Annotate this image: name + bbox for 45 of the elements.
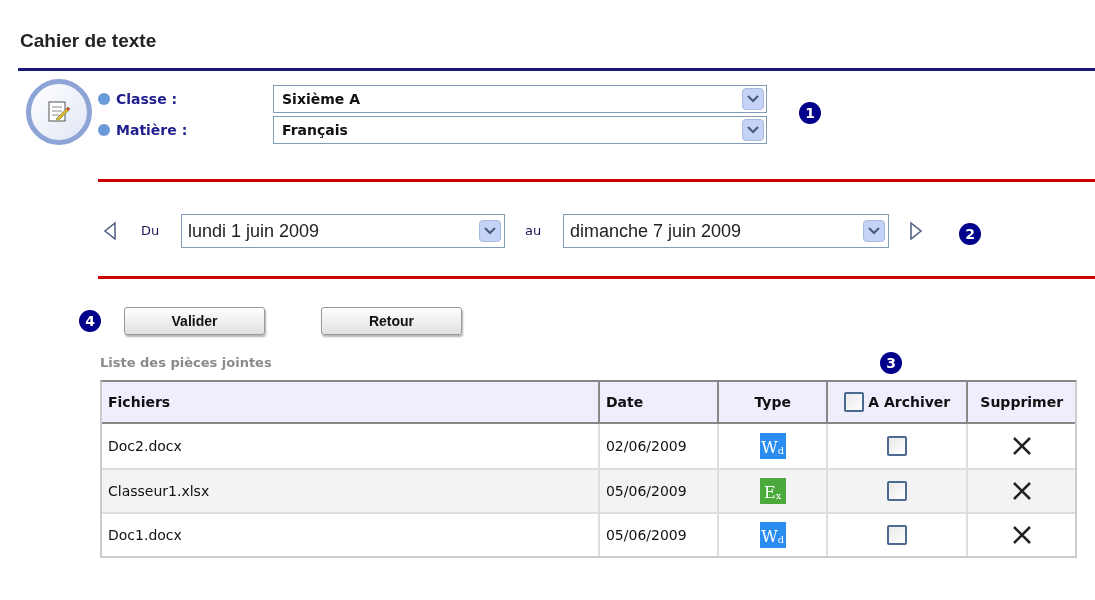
chevron-down-icon — [747, 95, 759, 103]
dropdown-arrow-button[interactable] — [742, 119, 764, 141]
dropdown-arrow-button[interactable] — [742, 88, 764, 110]
file-type-icon: Ex — [759, 478, 786, 504]
delete-x-icon[interactable] — [1011, 525, 1032, 545]
step-number-badge: 1 — [799, 102, 821, 124]
step-number-badge: 3 — [880, 352, 902, 374]
column-header: Date — [597, 382, 718, 422]
checkbox[interactable] — [887, 481, 908, 501]
delete-x-icon[interactable] — [1011, 481, 1032, 501]
from-label: Du — [141, 222, 161, 241]
dropdown-field[interactable]: Français — [273, 116, 767, 144]
section-heading: Liste des pièces jointes — [100, 354, 273, 373]
checkbox[interactable] — [887, 525, 908, 545]
chevron-down-icon — [747, 126, 759, 134]
column-header: Type — [717, 382, 826, 422]
field-label: Matière : — [116, 120, 189, 140]
step-number-badge: 2 — [959, 223, 981, 245]
field-label: Classe : — [116, 89, 179, 109]
dropdown-arrow-button[interactable] — [863, 220, 885, 242]
table-cell-text: Doc2.docx — [107, 436, 183, 456]
delete-x-icon[interactable] — [1011, 436, 1032, 456]
end-date-dropdown[interactable]: dimanche 7 juin 2009 — [563, 214, 889, 248]
action-button[interactable]: Retour — [321, 307, 462, 335]
dropdown-arrow-button[interactable] — [479, 220, 501, 242]
column-header-label: A Archiver — [868, 392, 951, 412]
chevron-down-icon — [484, 227, 496, 235]
step-number-badge: 4 — [79, 310, 101, 332]
column-header: Supprimer — [966, 382, 1075, 422]
file-type-icon: Wd — [759, 522, 786, 548]
page-title: Cahier de texte — [20, 29, 158, 53]
chevron-down-icon — [868, 227, 880, 235]
table-cell-text: Doc1.docx — [107, 525, 183, 545]
table-cell-text: Classeur1.xlsx — [107, 481, 211, 501]
previous-arrow-icon[interactable] — [103, 221, 117, 241]
next-arrow-icon[interactable] — [909, 221, 923, 241]
checkbox[interactable] — [844, 392, 865, 412]
table-cell: 05/06/2009 — [597, 514, 718, 556]
dropdown-field[interactable]: Sixième A — [273, 85, 767, 113]
checkbox[interactable] — [887, 436, 908, 456]
to-label: au — [525, 222, 543, 241]
start-date-dropdown[interactable]: lundi 1 juin 2009 — [181, 214, 505, 248]
file-type-icon: Wd — [759, 433, 786, 459]
column-header: Fichiers — [107, 392, 172, 412]
action-button[interactable]: Valider — [124, 307, 265, 335]
